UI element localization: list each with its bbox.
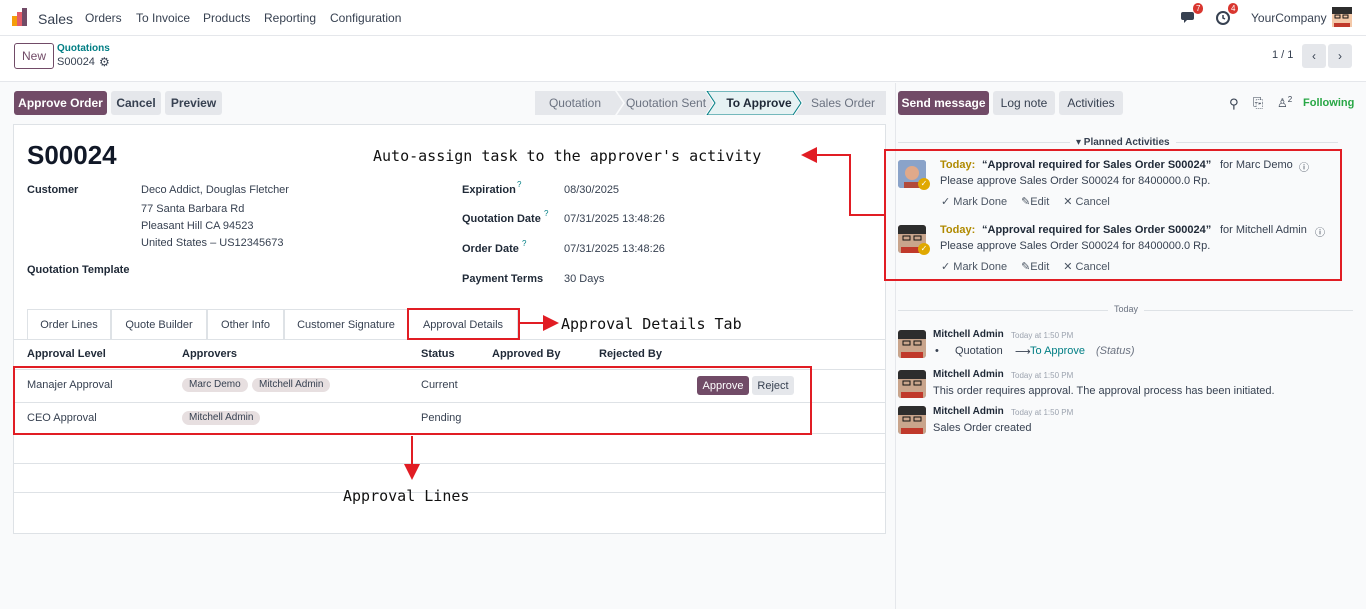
lines-annotation: Approval Lines [343, 487, 470, 505]
user-face-icon [1332, 7, 1352, 27]
menu-configuration[interactable]: Configuration [330, 11, 401, 25]
send-message-button[interactable]: Send message [898, 91, 989, 115]
customer-label: Customer [27, 184, 79, 196]
tracking-old-value: Quotation [955, 345, 1003, 357]
tracking-new-value: To Approve [1030, 345, 1086, 357]
pager-previous-button[interactable]: ‹ [1302, 44, 1326, 68]
activity-annotation: Auto-assign task to the approver's activ… [373, 147, 762, 165]
record-name: S00024 [27, 140, 117, 170]
chevron-left-icon: ‹ [1312, 49, 1316, 63]
user-face-icon [898, 406, 926, 434]
followers-button[interactable]: ♙2 [1277, 95, 1292, 110]
user-icon: ♙ [1277, 96, 1288, 110]
message-time: Today at 1:50 PM [1011, 331, 1074, 340]
message-body: This order requires approval. The approv… [933, 385, 1275, 397]
customer-street: 77 Santa Barbara Rd [141, 203, 245, 215]
order-date-label: Order Date [462, 243, 519, 255]
breadcrumb-current: S00024 [57, 56, 95, 68]
app-name[interactable]: Sales [38, 11, 73, 27]
tab-order-lines[interactable]: Order Lines [27, 309, 111, 339]
quotation-template-label: Quotation Template [27, 264, 130, 276]
order-date-value[interactable]: 07/31/2025 13:48:26 [564, 243, 665, 255]
avatar [898, 370, 926, 398]
followers-count: 2 [1287, 95, 1293, 104]
paperclip-icon[interactable]: ⎘ [1253, 95, 1263, 111]
breadcrumb-quotations[interactable]: Quotations [57, 43, 110, 54]
following-button[interactable]: Following [1303, 97, 1354, 109]
message-time: Today at 1:50 PM [1011, 408, 1074, 417]
gear-icon[interactable]: ⚙ [99, 55, 110, 69]
control-panel: New Quotations S00024 ⚙ 1 / 1 ‹ › [0, 36, 1366, 82]
search-icon[interactable]: ⚲ [1229, 96, 1239, 112]
payment-terms-label: Payment Terms [462, 273, 544, 285]
help-icon[interactable]: ? [522, 239, 526, 248]
tracking-field: (Status) [1096, 345, 1135, 357]
activities-badge: 4 [1228, 3, 1239, 14]
top-navbar: Sales Orders To Invoice Products Reporti… [0, 0, 1366, 36]
clock-icon [1216, 11, 1230, 25]
bullet-icon: • [935, 345, 939, 357]
tab-other-info[interactable]: Other Info [207, 309, 284, 339]
activities-highlight-box [884, 149, 1342, 281]
pager-value: 1 / 1 [1272, 49, 1294, 61]
new-button[interactable]: New [14, 43, 54, 69]
avatar [898, 406, 926, 434]
help-icon[interactable]: ? [517, 180, 521, 189]
customer-country: United States – US12345673 [141, 237, 284, 249]
col-status[interactable]: Status [421, 348, 455, 360]
menu-orders[interactable]: Orders [85, 11, 122, 25]
activities-button[interactable]: Activities [1059, 91, 1123, 115]
tab-quote-builder[interactable]: Quote Builder [111, 309, 207, 339]
message-time: Today at 1:50 PM [1011, 371, 1074, 380]
menu-reporting[interactable]: Reporting [264, 11, 316, 25]
quotation-date-value[interactable]: 07/31/2025 13:48:26 [564, 213, 665, 225]
arrow-right-icon: ⟶ [1015, 346, 1031, 358]
log-note-button[interactable]: Log note [993, 91, 1055, 115]
stage-quotation-sent[interactable]: Quotation Sent [620, 91, 712, 115]
tab-annotation: Approval Details Tab [561, 315, 742, 333]
help-icon[interactable]: ? [544, 209, 548, 218]
user-avatar[interactable] [1332, 7, 1352, 27]
today-label: Today [1108, 304, 1145, 314]
message-author[interactable]: Mitchell Admin [933, 369, 1004, 380]
chevron-right-icon: › [1338, 49, 1342, 63]
payment-terms-value[interactable]: 30 Days [564, 273, 604, 285]
messages-button[interactable]: 7 [1181, 3, 1204, 30]
row-divider [14, 463, 885, 464]
stage-quotation[interactable]: Quotation [535, 91, 615, 115]
expiration-value[interactable]: 08/30/2025 [564, 184, 619, 196]
activities-button[interactable]: 4 [1216, 3, 1239, 30]
avatar [898, 330, 926, 358]
cancel-button[interactable]: Cancel [111, 91, 161, 115]
pager-next-button[interactable]: › [1328, 44, 1352, 68]
customer-name[interactable]: Deco Addict, Douglas Fletcher [141, 184, 289, 196]
customer-city: Pleasant Hill CA 94523 [141, 220, 254, 232]
quotation-date-label: Quotation Date [462, 213, 541, 225]
tab-customer-signature[interactable]: Customer Signature [284, 309, 408, 339]
col-approval-level[interactable]: Approval Level [27, 348, 106, 360]
message-body: Sales Order created [933, 422, 1032, 434]
user-face-icon [898, 370, 926, 398]
preview-button[interactable]: Preview [165, 91, 222, 115]
message-author[interactable]: Mitchell Admin [933, 406, 1004, 417]
stage-sales-order[interactable]: Sales Order [800, 91, 886, 115]
expiration-label: Expiration [462, 184, 516, 196]
sales-app-icon[interactable] [12, 8, 32, 26]
tab-highlight-box [407, 308, 520, 340]
user-face-icon [898, 330, 926, 358]
planned-activities-toggle[interactable]: ▾ Planned Activities [1070, 137, 1176, 148]
company-switcher[interactable]: YourCompany [1251, 11, 1327, 25]
approve-order-button[interactable]: Approve Order [14, 91, 107, 115]
col-approvers[interactable]: Approvers [182, 348, 237, 360]
menu-to-invoice[interactable]: To Invoice [136, 11, 190, 25]
col-rejected-by[interactable]: Rejected By [599, 348, 662, 360]
stage-to-approve[interactable]: To Approve [713, 91, 805, 115]
col-approved-by[interactable]: Approved By [492, 348, 560, 360]
message-author[interactable]: Mitchell Admin [933, 329, 1004, 340]
lines-highlight-box [13, 366, 812, 435]
menu-products[interactable]: Products [203, 11, 250, 25]
messages-badge: 7 [1193, 3, 1204, 14]
